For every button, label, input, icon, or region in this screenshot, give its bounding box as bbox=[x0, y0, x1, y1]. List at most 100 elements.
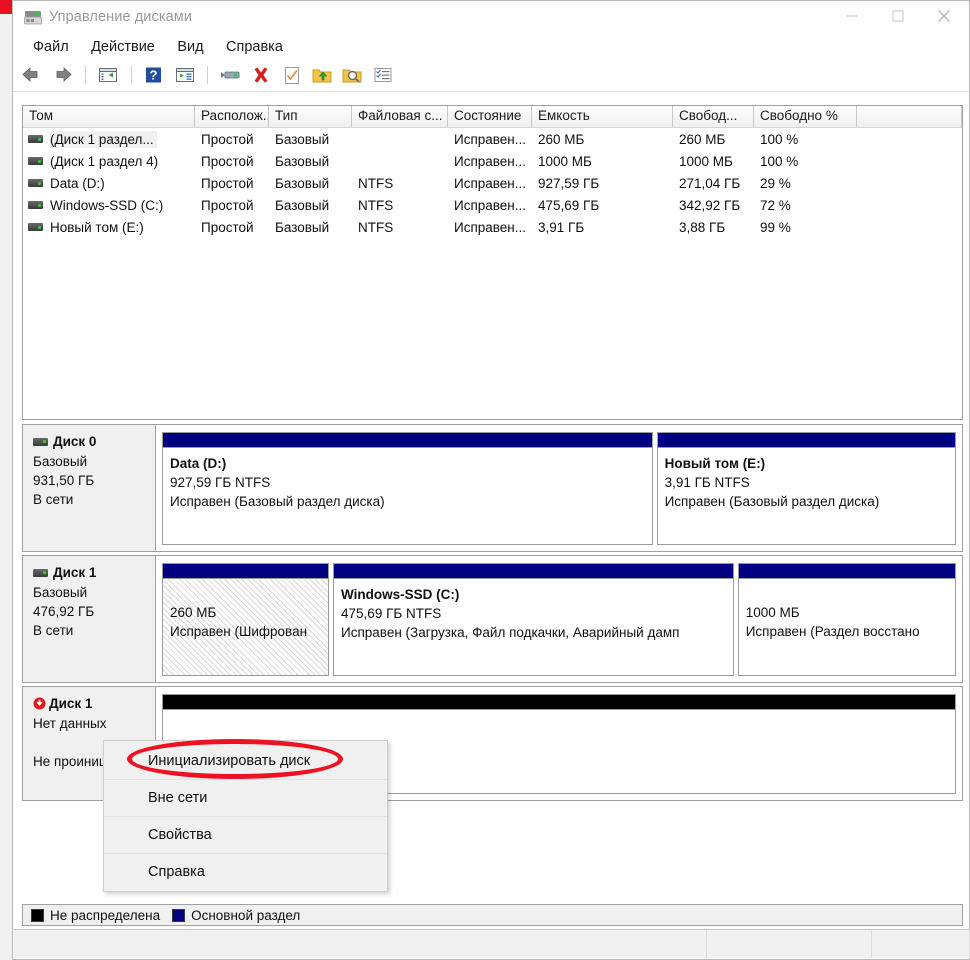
disk-info-1[interactable]: Диск 1 Базовый 476,92 ГБ В сети bbox=[23, 556, 156, 682]
disk-partitions-1: 260 МБ Исправен (Шифрован Windows-SSD (C… bbox=[156, 556, 962, 682]
menu-file[interactable]: Файл bbox=[24, 35, 78, 59]
maximize-button[interactable] bbox=[875, 1, 921, 31]
partition-body: Новый том (E:) 3,91 ГБ NTFS Исправен (Ба… bbox=[656, 447, 956, 545]
svg-text:?: ? bbox=[150, 68, 158, 83]
cell-layout: Простой bbox=[201, 153, 254, 169]
maximize-icon bbox=[892, 10, 904, 22]
menu-action[interactable]: Действие bbox=[82, 35, 164, 59]
partition-body: 1000 МБ Исправен (Раздел восстано bbox=[737, 578, 956, 676]
rescan-disks-icon[interactable] bbox=[218, 62, 244, 88]
column-header-capacity[interactable]: Емкость bbox=[532, 106, 673, 127]
delete-icon[interactable] bbox=[248, 62, 274, 88]
disk-info-0[interactable]: Диск 0 Базовый 931,50 ГБ В сети bbox=[23, 425, 156, 551]
cell-filesystem: NTFS bbox=[358, 175, 394, 191]
statusbar bbox=[14, 929, 970, 958]
status-pane-1 bbox=[14, 930, 707, 958]
column-header-status[interactable]: Состояние bbox=[448, 106, 532, 127]
disk-drive-icon bbox=[33, 437, 48, 446]
cell-free-percent: 100 % bbox=[760, 131, 799, 147]
refresh-list-icon[interactable] bbox=[370, 62, 396, 88]
show-console-tree-icon[interactable] bbox=[95, 62, 121, 88]
partition-recovery[interactable]: 1000 МБ Исправен (Раздел восстано bbox=[737, 563, 956, 676]
cell-filesystem: NTFS bbox=[358, 197, 394, 213]
back-arrow-icon[interactable] bbox=[19, 62, 45, 88]
cell-status: Исправен... bbox=[454, 131, 527, 147]
disk-row-0[interactable]: Диск 0 Базовый 931,50 ГБ В сети Data (D:… bbox=[22, 424, 963, 552]
menu-help[interactable]: Справка bbox=[217, 35, 292, 59]
disk-drive-icon bbox=[28, 157, 43, 165]
column-header-volume[interactable]: Том bbox=[23, 106, 195, 127]
cell-volume: Windows-SSD (C:) bbox=[23, 197, 195, 214]
cell-layout: Простой bbox=[201, 131, 254, 147]
cell-capacity: 260 МБ bbox=[538, 131, 585, 147]
screen: Управление дисками Файл Действие Вид Спр… bbox=[0, 0, 970, 960]
table-row[interactable]: Новый том (E:) Простой Базовый NTFS Испр… bbox=[23, 216, 962, 238]
partition-d[interactable]: Data (D:) 927,59 ГБ NTFS Исправен (Базов… bbox=[162, 432, 653, 545]
partition-e[interactable]: Новый том (E:) 3,91 ГБ NTFS Исправен (Ба… bbox=[656, 432, 956, 545]
help-icon[interactable]: ? bbox=[141, 62, 167, 88]
context-menu: Инициализировать диск Вне сети Свойства … bbox=[103, 740, 388, 892]
cell-free-percent: 72 % bbox=[760, 197, 791, 213]
column-header-free-percent[interactable]: Свободно % bbox=[754, 106, 857, 127]
menu-view[interactable]: Вид bbox=[168, 35, 212, 59]
cell-status: Исправен... bbox=[454, 153, 527, 169]
partition-color-bar bbox=[333, 563, 734, 578]
column-header-layout[interactable]: Располож... bbox=[195, 106, 269, 127]
disk-state-0: В сети bbox=[33, 492, 74, 507]
cell-free: 271,04 ГБ bbox=[679, 175, 741, 191]
cell-capacity: 475,69 ГБ bbox=[538, 197, 600, 213]
table-row[interactable]: (Диск 1 раздел 4) Простой Базовый Исправ… bbox=[23, 150, 962, 172]
disk-row-1[interactable]: Диск 1 Базовый 476,92 ГБ В сети 260 МБ И… bbox=[22, 555, 963, 683]
context-menu-item-help[interactable]: Справка bbox=[104, 853, 387, 890]
show-action-pane-icon[interactable] bbox=[172, 62, 198, 88]
column-header-filesystem[interactable]: Файловая с... bbox=[352, 106, 448, 127]
legend-swatch-unallocated bbox=[31, 908, 44, 922]
legend-item-unallocated: Не распределена bbox=[31, 908, 160, 923]
cell-volume: (Диск 1 раздел 4) bbox=[23, 153, 195, 170]
cell-type: Базовый bbox=[275, 219, 330, 235]
cell-layout: Простой bbox=[201, 175, 254, 191]
column-header-free[interactable]: Свобод... bbox=[673, 106, 754, 127]
forward-arrow-icon[interactable] bbox=[49, 62, 75, 88]
close-button[interactable] bbox=[921, 1, 967, 31]
legend-swatch-primary bbox=[172, 908, 186, 922]
column-header-spare[interactable] bbox=[857, 106, 962, 127]
partition-body: 260 МБ Исправен (Шифрован bbox=[162, 578, 330, 676]
export-list-icon[interactable] bbox=[309, 62, 335, 88]
cell-free-percent: 99 % bbox=[760, 219, 791, 235]
context-menu-item-properties[interactable]: Свойства bbox=[104, 816, 387, 853]
disk-type-1: Базовый bbox=[33, 585, 88, 600]
context-menu-item-offline[interactable]: Вне сети bbox=[104, 779, 387, 816]
cell-capacity: 1000 МБ bbox=[538, 153, 592, 169]
minimize-button[interactable] bbox=[829, 1, 875, 31]
disk-drive-icon bbox=[28, 201, 43, 209]
minimize-icon bbox=[846, 15, 858, 17]
cell-type: Базовый bbox=[275, 153, 330, 169]
disk-size-1: 476,92 ГБ bbox=[33, 604, 95, 619]
partition-efi[interactable]: 260 МБ Исправен (Шифрован bbox=[162, 563, 330, 676]
column-header-type[interactable]: Тип bbox=[269, 106, 352, 127]
cell-free: 1000 МБ bbox=[679, 153, 733, 169]
cell-status: Исправен... bbox=[454, 219, 527, 235]
disk-drive-icon bbox=[28, 135, 43, 143]
find-icon[interactable] bbox=[339, 62, 365, 88]
disk-size-0: 931,50 ГБ bbox=[33, 473, 95, 488]
table-row[interactable]: (Диск 1 раздел... Простой Базовый Исправ… bbox=[23, 128, 962, 150]
context-menu-item-initialize-disk[interactable]: Инициализировать диск bbox=[104, 742, 387, 779]
disk-drive-icon bbox=[33, 568, 48, 577]
cell-capacity: 927,59 ГБ bbox=[538, 175, 600, 191]
table-row[interactable]: Windows-SSD (C:) Простой Базовый NTFS Ис… bbox=[23, 194, 962, 216]
window-title: Управление дисками bbox=[49, 9, 193, 25]
partition-c[interactable]: Windows-SSD (C:) 475,69 ГБ NTFS Исправен… bbox=[333, 563, 734, 676]
disk-drive-icon bbox=[28, 179, 43, 187]
cell-free-percent: 29 % bbox=[760, 175, 791, 191]
properties-icon[interactable] bbox=[279, 62, 305, 88]
volumes-header: Том Располож... Тип Файловая с... Состоя… bbox=[23, 106, 962, 128]
cell-free-percent: 100 % bbox=[760, 153, 799, 169]
cell-free: 342,92 ГБ bbox=[679, 197, 741, 213]
cell-free: 260 МБ bbox=[679, 131, 726, 147]
volumes-list[interactable]: Том Располож... Тип Файловая с... Состоя… bbox=[22, 105, 963, 420]
toolbar-separator bbox=[84, 66, 86, 84]
table-row[interactable]: Data (D:) Простой Базовый NTFS Исправен.… bbox=[23, 172, 962, 194]
cell-layout: Простой bbox=[201, 197, 254, 213]
